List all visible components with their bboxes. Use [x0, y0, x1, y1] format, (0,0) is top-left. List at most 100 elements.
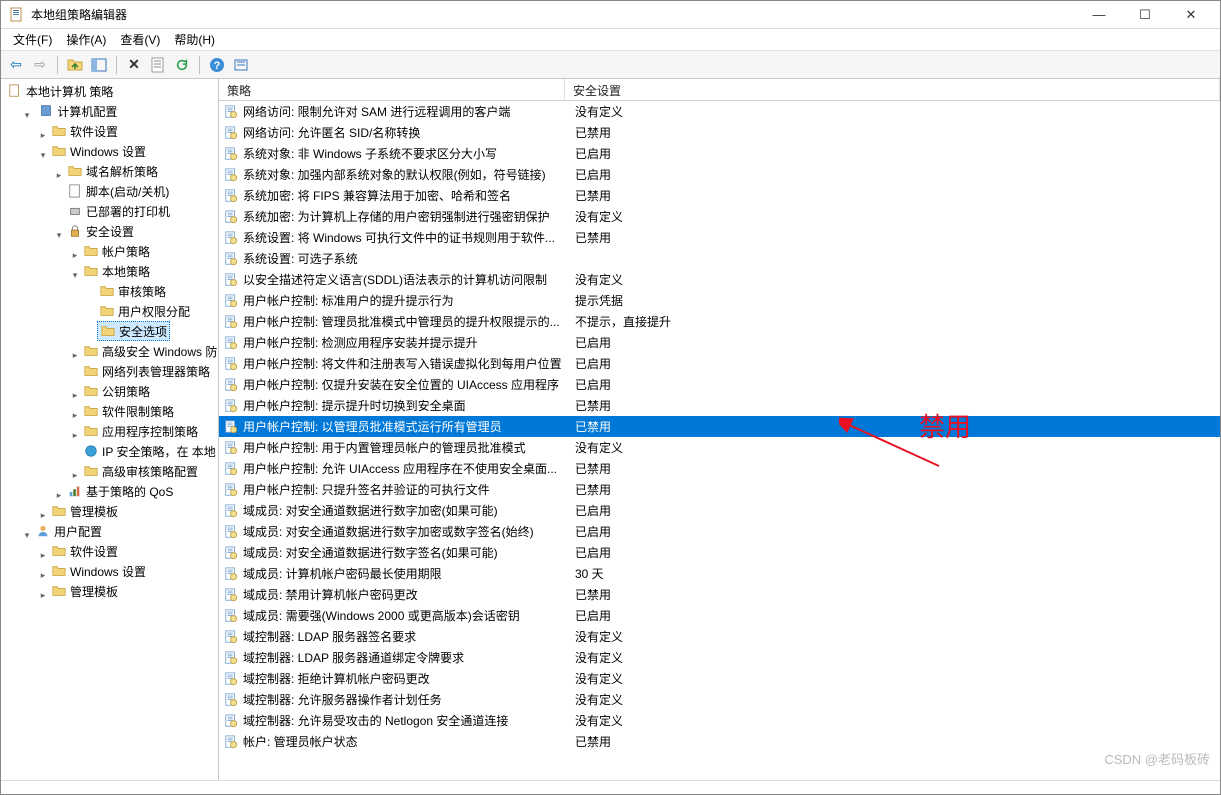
- policy-row[interactable]: 域成员: 禁用计算机帐户密码更改已禁用: [219, 584, 1220, 605]
- policy-row[interactable]: 域控制器: LDAP 服务器通道绑定令牌要求没有定义: [219, 647, 1220, 668]
- expand-icon[interactable]: ▾: [37, 150, 49, 161]
- expand-icon[interactable]: ▾: [69, 270, 81, 281]
- tree-account-policies[interactable]: 帐户策略: [81, 241, 152, 261]
- expand-icon[interactable]: ▸: [37, 130, 49, 141]
- policy-row[interactable]: 域成员: 对安全通道数据进行数字加密或数字签名(始终)已启用: [219, 521, 1220, 542]
- tree-scripts[interactable]: 脚本(启动/关机): [65, 181, 171, 201]
- expand-icon[interactable]: ▸: [53, 490, 65, 501]
- policy-row[interactable]: 系统对象: 加强内部系统对象的默认权限(例如，符号链接)已启用: [219, 164, 1220, 185]
- expand-icon[interactable]: ▸: [37, 570, 49, 581]
- expand-icon[interactable]: ▸: [37, 590, 49, 601]
- back-button[interactable]: ⇦: [5, 54, 27, 76]
- column-policy[interactable]: 策略: [219, 79, 565, 100]
- policy-row[interactable]: 用户帐户控制: 允许 UIAccess 应用程序在不使用安全桌面...已禁用: [219, 458, 1220, 479]
- show-hide-button[interactable]: [88, 54, 110, 76]
- policy-row[interactable]: 用户帐户控制: 标准用户的提升提示行为提示凭据: [219, 290, 1220, 311]
- policy-row[interactable]: 域成员: 对安全通道数据进行数字加密(如果可能)已启用: [219, 500, 1220, 521]
- tree-user-rights[interactable]: 用户权限分配: [97, 301, 192, 321]
- tree-u-admin[interactable]: 管理模板: [49, 581, 120, 601]
- tree-adv-audit[interactable]: 高级审核策略配置: [81, 461, 200, 481]
- expand-icon[interactable]: ▸: [69, 410, 81, 421]
- policy-row[interactable]: 域控制器: 拒绝计算机帐户密码更改没有定义: [219, 668, 1220, 689]
- tree-admin-templates[interactable]: 管理模板: [49, 501, 120, 521]
- tree-name-res[interactable]: 域名解析策略: [65, 161, 160, 181]
- menu-file[interactable]: 文件(F): [7, 29, 58, 50]
- expand-icon[interactable]: [53, 190, 65, 200]
- policy-row[interactable]: 域成员: 对安全通道数据进行数字签名(如果可能)已启用: [219, 542, 1220, 563]
- tree-ip-security[interactable]: IP 安全策略，在 本地: [81, 441, 218, 461]
- delete-button[interactable]: ✕: [123, 54, 145, 76]
- policy-row[interactable]: 域成员: 需要强(Windows 2000 或更高版本)会话密钥已启用: [219, 605, 1220, 626]
- expand-icon[interactable]: ▾: [53, 230, 65, 241]
- forward-button[interactable]: ⇨: [29, 54, 51, 76]
- expand-icon[interactable]: [85, 330, 97, 340]
- filter-button[interactable]: [230, 54, 252, 76]
- tree-printers[interactable]: 已部署的打印机: [65, 201, 172, 221]
- minimize-button[interactable]: —: [1078, 3, 1120, 27]
- expand-icon[interactable]: ▸: [69, 390, 81, 401]
- policy-row[interactable]: 网络访问: 限制允许对 SAM 进行远程调用的客户端没有定义: [219, 101, 1220, 122]
- expand-icon[interactable]: [69, 450, 81, 460]
- refresh-button[interactable]: [171, 54, 193, 76]
- tree-windows-settings[interactable]: Windows 设置: [49, 141, 148, 161]
- column-setting[interactable]: 安全设置: [565, 79, 1220, 100]
- tree-u-software[interactable]: 软件设置: [49, 541, 120, 561]
- menu-view[interactable]: 查看(V): [114, 29, 166, 50]
- help-button[interactable]: ?: [206, 54, 228, 76]
- policy-row[interactable]: 帐户: 管理员帐户状态已禁用: [219, 731, 1220, 752]
- policy-row[interactable]: 系统加密: 为计算机上存储的用户密钥强制进行强密钥保护没有定义: [219, 206, 1220, 227]
- policy-row[interactable]: 系统加密: 将 FIPS 兼容算法用于加密、哈希和签名已禁用: [219, 185, 1220, 206]
- policy-row[interactable]: 用户帐户控制: 只提升签名并验证的可执行文件已禁用: [219, 479, 1220, 500]
- up-button[interactable]: [64, 54, 86, 76]
- tree-pane[interactable]: 本地计算机 策略 ▾ 计算机配置 ▸软件设置 ▾Windows 设置: [1, 79, 219, 780]
- tree-security-settings[interactable]: 安全设置: [65, 221, 136, 241]
- list-body[interactable]: 网络访问: 限制允许对 SAM 进行远程调用的客户端没有定义网络访问: 允许匿名…: [219, 101, 1220, 780]
- expand-icon[interactable]: [85, 290, 97, 300]
- policy-row[interactable]: 系统设置: 将 Windows 可执行文件中的证书规则用于软件...已禁用: [219, 227, 1220, 248]
- policy-row[interactable]: 用户帐户控制: 检测应用程序安装并提示提升已启用: [219, 332, 1220, 353]
- policy-row[interactable]: 域控制器: 允许服务器操作者计划任务没有定义: [219, 689, 1220, 710]
- tree-software-restrict[interactable]: 软件限制策略: [81, 401, 176, 421]
- tree-local-policies[interactable]: 本地策略: [81, 261, 152, 281]
- tree-app-control[interactable]: 应用程序控制策略: [81, 421, 200, 441]
- policy-row[interactable]: 用户帐户控制: 提示提升时切换到安全桌面已禁用: [219, 395, 1220, 416]
- policy-row[interactable]: 用户帐户控制: 仅提升安装在安全位置的 UIAccess 应用程序已启用: [219, 374, 1220, 395]
- expand-icon[interactable]: ▾: [21, 110, 33, 121]
- expand-icon[interactable]: [53, 210, 65, 220]
- policy-row[interactable]: 以安全描述符定义语言(SDDL)语法表示的计算机访问限制没有定义: [219, 269, 1220, 290]
- menu-action[interactable]: 操作(A): [60, 29, 112, 50]
- tree-audit-policy[interactable]: 审核策略: [97, 281, 168, 301]
- menu-help[interactable]: 帮助(H): [168, 29, 221, 50]
- properties-button[interactable]: [147, 54, 169, 76]
- policy-row[interactable]: 系统对象: 非 Windows 子系统不要求区分大小写已启用: [219, 143, 1220, 164]
- policy-row[interactable]: 用户帐户控制: 用于内置管理员帐户的管理员批准模式没有定义: [219, 437, 1220, 458]
- tree-root[interactable]: 本地计算机 策略: [5, 81, 115, 101]
- expand-icon[interactable]: ▸: [53, 170, 65, 181]
- tree-adv-fw[interactable]: 高级安全 Windows 防: [81, 341, 219, 361]
- expand-icon[interactable]: ▸: [69, 250, 81, 261]
- close-button[interactable]: ✕: [1170, 3, 1212, 27]
- maximize-button[interactable]: ☐: [1124, 3, 1166, 27]
- tree-qos[interactable]: 基于策略的 QoS: [65, 481, 175, 501]
- expand-icon[interactable]: ▸: [69, 430, 81, 441]
- expand-icon[interactable]: ▸: [37, 510, 49, 521]
- expand-icon[interactable]: [85, 310, 97, 320]
- policy-row[interactable]: 用户帐户控制: 将文件和注册表写入错误虚拟化到每用户位置已启用: [219, 353, 1220, 374]
- tree-network-list[interactable]: 网络列表管理器策略: [81, 361, 212, 381]
- tree-security-options[interactable]: 安全选项: [97, 321, 170, 341]
- policy-row[interactable]: 域控制器: LDAP 服务器签名要求没有定义: [219, 626, 1220, 647]
- tree-u-windows[interactable]: Windows 设置: [49, 561, 148, 581]
- policy-row[interactable]: 域成员: 计算机帐户密码最长使用期限30 天: [219, 563, 1220, 584]
- policy-row[interactable]: 用户帐户控制: 以管理员批准模式运行所有管理员已禁用: [219, 416, 1220, 437]
- policy-row[interactable]: 域控制器: 允许易受攻击的 Netlogon 安全通道连接没有定义: [219, 710, 1220, 731]
- tree-public-key[interactable]: 公钥策略: [81, 381, 152, 401]
- expand-icon[interactable]: ▾: [21, 530, 33, 541]
- expand-icon[interactable]: ▸: [69, 350, 81, 361]
- expand-icon[interactable]: ▸: [37, 550, 49, 561]
- policy-row[interactable]: 网络访问: 允许匿名 SID/名称转换已禁用: [219, 122, 1220, 143]
- expand-icon[interactable]: [69, 370, 81, 380]
- expand-icon[interactable]: ▸: [69, 470, 81, 481]
- policy-row[interactable]: 用户帐户控制: 管理员批准模式中管理员的提升权限提示的...不提示，直接提升: [219, 311, 1220, 332]
- tree-user-config[interactable]: 用户配置: [33, 521, 104, 541]
- tree-computer-config[interactable]: 计算机配置: [36, 101, 119, 121]
